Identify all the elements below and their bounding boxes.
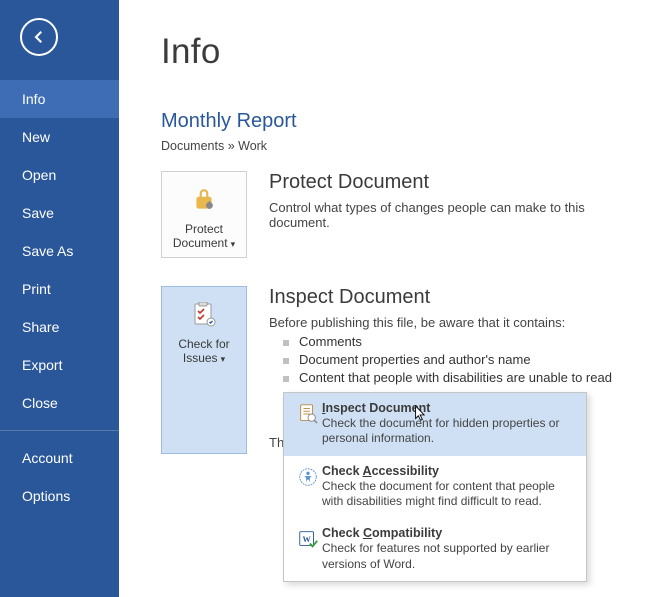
main-panel: Info Monthly Report Documents » Work Pro… <box>119 0 671 597</box>
nav-open[interactable]: Open <box>0 156 119 194</box>
nav-list: Info New Open Save Save As Print Share E… <box>0 80 119 515</box>
menu-check-accessibility[interactable]: Check Accessibility Check the document f… <box>284 456 586 519</box>
tile-label-2: Issues <box>183 351 218 365</box>
menu-item-title: Check Compatibility <box>322 526 576 540</box>
protect-document-button[interactable]: Protect Document▾ <box>161 171 247 258</box>
bullet-item: Content that people with disabilities ar… <box>269 370 641 385</box>
lock-icon <box>191 184 217 216</box>
sidebar: Info New Open Save Save As Print Share E… <box>0 0 119 597</box>
chevron-down-icon: ▾ <box>231 239 236 249</box>
nav-account[interactable]: Account <box>0 439 119 477</box>
bullet-item: Comments <box>269 334 641 349</box>
nav-close[interactable]: Close <box>0 384 119 422</box>
tile-label-2: Document <box>173 236 228 250</box>
protect-description: Control what types of changes people can… <box>269 200 641 230</box>
check-issues-dropdown: Inspect Document Check the document for … <box>283 392 587 582</box>
tile-label: Protect <box>185 222 223 236</box>
backstage-view: Info New Open Save Save As Print Share E… <box>0 0 671 597</box>
bullet-text: Document properties and author's name <box>299 352 531 367</box>
menu-item-title: Check Accessibility <box>322 464 576 478</box>
svg-text:W: W <box>303 535 312 544</box>
page-title: Info <box>161 32 641 72</box>
menu-inspect-document[interactable]: Inspect Document Check the document for … <box>284 393 586 456</box>
check-for-issues-button[interactable]: Check for Issues▾ <box>161 286 247 454</box>
nav-info[interactable]: Info <box>0 80 119 118</box>
nav-share[interactable]: Share <box>0 308 119 346</box>
back-button[interactable] <box>20 18 58 56</box>
bullet-text: Content that people with disabilities ar… <box>299 370 612 385</box>
nav-print[interactable]: Print <box>0 270 119 308</box>
menu-item-title: Inspect Document <box>322 401 576 415</box>
arrow-left-icon <box>30 28 48 46</box>
bullet-icon <box>283 340 289 346</box>
breadcrumb: Documents » Work <box>161 139 641 153</box>
inspect-description: Before publishing this file, be aware th… <box>269 315 641 330</box>
nav-export[interactable]: Export <box>0 346 119 384</box>
bullet-icon <box>283 358 289 364</box>
nav-save-as[interactable]: Save As <box>0 232 119 270</box>
protect-body: Protect Document Control what types of c… <box>269 171 641 258</box>
menu-item-desc: Check the document for hidden properties… <box>322 416 576 447</box>
bullet-text: Comments <box>299 334 362 349</box>
protect-heading: Protect Document <box>269 171 641 194</box>
protect-section: Protect Document▾ Protect Document Contr… <box>161 171 641 258</box>
bullet-icon <box>283 376 289 382</box>
word-check-icon: W <box>294 526 322 572</box>
nav-new[interactable]: New <box>0 118 119 156</box>
document-search-icon <box>294 401 322 447</box>
tile-label: Check for <box>178 337 229 351</box>
inspect-heading: Inspect Document <box>269 286 641 309</box>
nav-options[interactable]: Options <box>0 477 119 515</box>
menu-item-desc: Check the document for content that peop… <box>322 479 576 510</box>
chevron-down-icon: ▾ <box>221 354 226 364</box>
accessibility-icon <box>294 464 322 510</box>
nav-save[interactable]: Save <box>0 194 119 232</box>
menu-item-desc: Check for features not supported by earl… <box>322 541 576 572</box>
bullet-item: Document properties and author's name <box>269 352 641 367</box>
document-title: Monthly Report <box>161 110 641 133</box>
divider <box>0 430 119 431</box>
checklist-icon <box>192 299 216 331</box>
menu-check-compatibility[interactable]: W Check Compatibility Check for features… <box>284 518 586 581</box>
